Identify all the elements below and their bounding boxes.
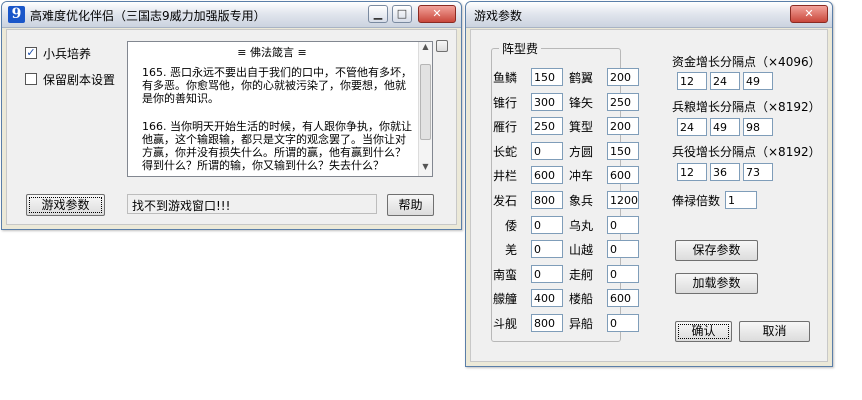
params-window-title: 游戏参数 — [474, 9, 523, 23]
funds-growth-field-3[interactable]: 49 — [743, 72, 773, 90]
scroll-up-icon[interactable]: ▲ — [419, 42, 432, 56]
formation-label: 鱼鳞 — [492, 71, 517, 85]
companion-titlebar[interactable]: 9 高难度优化伴侣（三国志9威力加强版专用） ▁ □ ✕ — [2, 2, 461, 28]
formation-value-field[interactable]: 200 — [607, 68, 639, 86]
app-icon: 9 — [8, 6, 25, 23]
quote-paragraph-166: 166. 当你明天开始生活的时候，有人跟你争执，你就让他赢，这个输跟输，都只是文… — [142, 120, 412, 172]
params-client: 阵型费 鱼鳞 150 锥行 300 雁行 250 长蛇 0 井栏 600 发石 800 倭 0 羌 0 南蛮 0 艨… — [470, 29, 828, 362]
formation-label: 锋矢 — [568, 95, 593, 110]
soldier-training-label[interactable]: 小兵培养 — [43, 45, 91, 62]
status-field: 找不到游戏窗口!!! — [127, 194, 377, 214]
maximize-icon: □ — [396, 7, 408, 20]
quotes-textbox[interactable]: ≡ 佛法箴言 ≡ 165. 恶口永远不要出自于我们的口中，不管他有多坏，有多恶。… — [127, 41, 433, 177]
formation-label: 楼船 — [568, 292, 593, 307]
formation-value-field[interactable]: 250 — [607, 92, 639, 111]
formation-label: 发石 — [492, 194, 517, 208]
formation-label: 鹤翼 — [568, 71, 593, 85]
formation-label: 乌丸 — [568, 218, 593, 233]
formation-label: 南蛮 — [492, 267, 517, 282]
formation-label: 冲车 — [568, 169, 593, 184]
game-params-window: 游戏参数 ✕ 阵型费 鱼鳞 150 锥行 300 雁行 250 长蛇 0 井栏 600 发石 800 倭… — [465, 1, 833, 367]
formation-label: 异船 — [568, 317, 593, 331]
keep-scenario-label[interactable]: 保留剧本设置 — [43, 71, 115, 88]
funds-growth-field-1[interactable]: 12 — [677, 72, 707, 90]
help-button[interactable]: 帮助 — [387, 194, 434, 216]
minimize-button[interactable]: ▁ — [368, 5, 388, 23]
food-growth-field-3[interactable]: 98 — [743, 118, 773, 136]
formation-label: 羌 — [504, 243, 517, 258]
formation-value-field[interactable]: 200 — [607, 117, 639, 136]
service-growth-label: 兵役增长分隔点（×8192） — [672, 145, 821, 159]
keep-scenario-checkbox[interactable] — [25, 73, 37, 85]
formation-value-field[interactable]: 0 — [607, 240, 639, 259]
scroll-thumb[interactable] — [420, 64, 431, 140]
formation-value-field[interactable]: 600 — [607, 289, 639, 308]
formation-value-field[interactable]: 0 — [607, 314, 639, 332]
formation-label: 山越 — [568, 243, 593, 258]
save-params-button[interactable]: 保存参数 — [675, 240, 758, 261]
close-icon: ✕ — [432, 7, 442, 20]
companion-window: 9 高难度优化伴侣（三国志9威力加强版专用） ▁ □ ✕ ✓ 小兵培养 保留剧本… — [1, 1, 462, 230]
window-title: 高难度优化伴侣（三国志9威力加强版专用） — [30, 9, 266, 23]
scroll-down-icon[interactable]: ▼ — [419, 162, 432, 176]
formation-label: 方圆 — [568, 144, 593, 159]
formation-label: 走舸 — [568, 267, 593, 282]
formation-value-field[interactable]: 0 — [607, 264, 639, 283]
close-icon: ✕ — [804, 7, 814, 20]
companion-client: ✓ 小兵培养 保留剧本设置 ≡ 佛法箴言 ≡ 165. 恶口永远不要出自于我们的… — [6, 29, 457, 225]
service-growth-field-1[interactable]: 12 — [677, 163, 707, 181]
game-params-button[interactable]: 游戏参数 — [26, 194, 105, 216]
formation-label: 艨艟 — [492, 292, 517, 307]
soldier-training-checkbox[interactable]: ✓ — [25, 47, 37, 59]
params-close-button[interactable]: ✕ — [790, 5, 828, 23]
food-growth-field-2[interactable]: 49 — [710, 118, 740, 136]
formation-label: 象兵 — [568, 194, 593, 208]
service-growth-field-3[interactable]: 73 — [743, 163, 773, 181]
formation-label: 雁行 — [492, 120, 517, 135]
salary-multiplier-label: 俸禄倍数 — [672, 194, 721, 208]
formation-value-field[interactable]: 0 — [607, 215, 639, 234]
funds-growth-label: 资金增长分隔点（×4096） — [672, 55, 821, 69]
maximize-button[interactable]: □ — [392, 5, 412, 23]
cancel-button[interactable]: 取消 — [739, 321, 810, 342]
quotes-title: ≡ 佛法箴言 ≡ — [237, 46, 307, 59]
funds-growth-field-2[interactable]: 24 — [710, 72, 740, 90]
formation-label: 井栏 — [492, 169, 517, 184]
service-growth-field-2[interactable]: 36 — [710, 163, 740, 181]
formation-value-field[interactable]: 150 — [607, 141, 639, 160]
close-button[interactable]: ✕ — [418, 5, 456, 23]
formation-label: 斗舰 — [492, 317, 517, 331]
formation-value-field[interactable]: 600 — [607, 166, 639, 185]
minimize-icon: ▁ — [373, 7, 383, 20]
load-params-button[interactable]: 加载参数 — [675, 273, 758, 294]
params-titlebar[interactable]: 游戏参数 ✕ — [466, 2, 832, 28]
formation-label: 倭 — [504, 218, 517, 233]
ok-button[interactable]: 确认 — [675, 321, 732, 342]
formation-cost-title: 阵型费 — [499, 40, 542, 57]
formation-label: 箕型 — [568, 120, 593, 135]
food-growth-field-1[interactable]: 24 — [677, 118, 707, 136]
quotes-scrollbar[interactable]: ▲ ▼ — [418, 42, 432, 176]
formation-value-field[interactable]: 1200 — [607, 191, 639, 209]
side-toggle-button[interactable] — [436, 40, 448, 52]
formation-label: 长蛇 — [492, 144, 517, 159]
formation-label: 锥行 — [492, 95, 517, 110]
quote-paragraph-165: 165. 恶口永远不要出自于我们的口中，不管他有多坏，有多恶。你愈骂他，你的心就… — [142, 66, 412, 105]
food-growth-label: 兵粮增长分隔点（×8192） — [672, 100, 821, 114]
salary-multiplier-field[interactable]: 1 — [725, 191, 757, 209]
